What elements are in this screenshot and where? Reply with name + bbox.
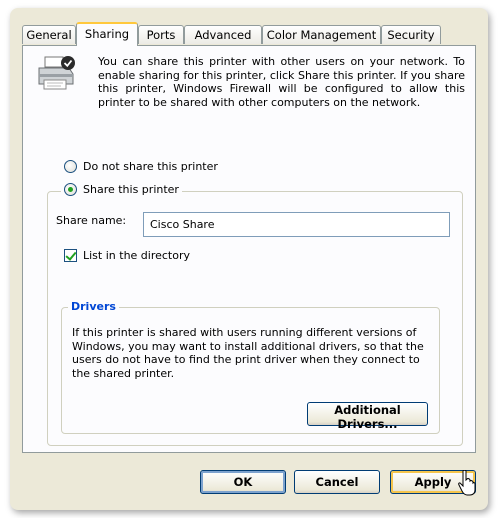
tab-security[interactable]: Security <box>381 25 441 44</box>
tab-ports[interactable]: Ports <box>138 25 184 44</box>
cancel-button[interactable]: Cancel <box>294 470 380 494</box>
list-in-directory-option[interactable]: List in the directory <box>64 249 190 262</box>
tab-general[interactable]: General <box>22 25 76 44</box>
sharing-panel: You can share this printer with other us… <box>22 45 476 453</box>
sharing-intro-text: You can share this printer with other us… <box>98 55 465 109</box>
printer-shared-icon <box>38 56 75 90</box>
share-name-label: Share name: <box>56 214 127 227</box>
share-this-printer-label: Share this printer <box>83 183 179 196</box>
do-not-share-option[interactable]: Do not share this printer <box>64 160 218 173</box>
list-in-directory-checkbox[interactable] <box>64 249 77 262</box>
tab-sharing[interactable]: Sharing <box>76 22 138 46</box>
printer-properties-dialog: General Sharing Ports Advanced Color Man… <box>10 8 488 510</box>
do-not-share-label: Do not share this printer <box>83 160 218 173</box>
tab-advanced[interactable]: Advanced <box>184 25 262 44</box>
drivers-description: If this printer is shared with users run… <box>72 326 424 380</box>
share-this-printer-radio[interactable] <box>64 183 77 196</box>
additional-drivers-button[interactable]: Additional Drivers... <box>307 402 428 431</box>
share-name-input[interactable] <box>143 212 450 237</box>
share-this-printer-option[interactable]: Share this printer <box>61 183 182 196</box>
list-in-directory-label: List in the directory <box>83 249 191 262</box>
do-not-share-radio[interactable] <box>64 160 77 173</box>
tab-color-management[interactable]: Color Management <box>262 25 381 44</box>
mouse-pointer-icon <box>458 470 476 496</box>
drivers-legend: Drivers <box>68 300 119 313</box>
ok-button[interactable]: OK <box>200 470 286 494</box>
